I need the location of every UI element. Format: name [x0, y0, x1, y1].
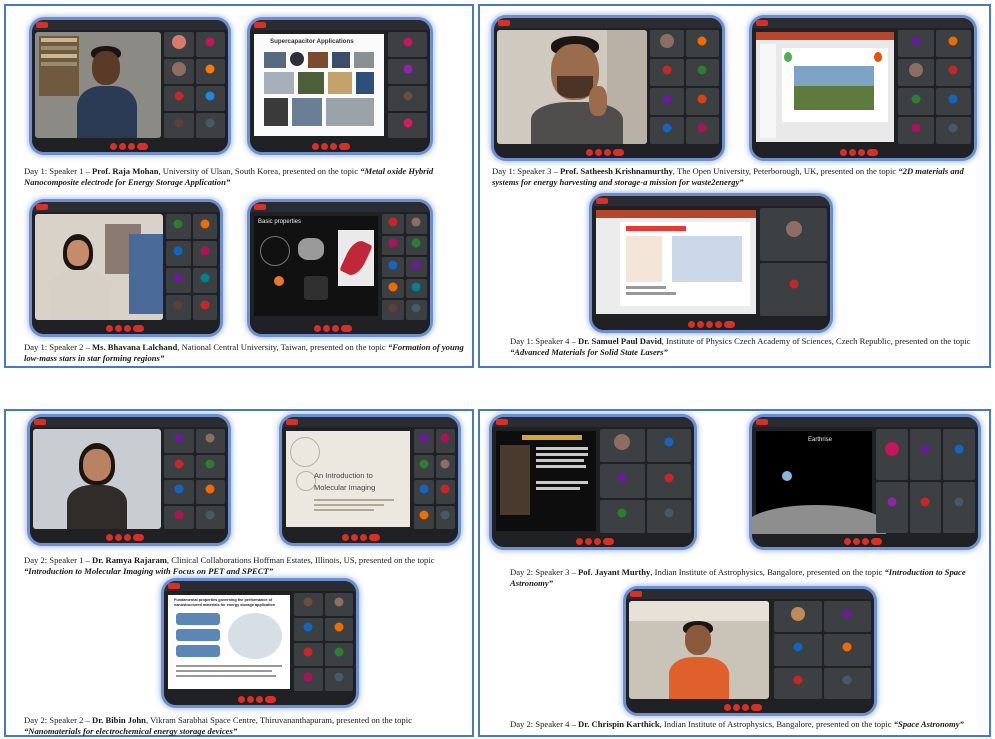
slide-lasers: [596, 210, 756, 314]
slide-title: Basic properties: [258, 219, 302, 225]
meeting-screenshot-chrispin-karthick: [626, 589, 874, 713]
slide-title: Earthrise: [808, 437, 833, 443]
meeting-screenshot-satheesh-krishnamurthy: [494, 18, 722, 158]
slide-landscape: [756, 32, 894, 142]
slide-title-line1: An Introduction to: [314, 471, 373, 480]
speaker-avatar: [49, 234, 111, 320]
meeting-screenshot-earthrise-slide: Earthrise: [752, 417, 978, 547]
slide-title: Fundamental properties governing the per…: [174, 598, 276, 607]
slide-molecular-imaging: An Introduction to Molecular Imaging: [286, 431, 410, 527]
meeting-screenshot-basic-properties-slide: Basic properties: [250, 202, 430, 334]
slide-basic-properties: Basic properties: [254, 216, 378, 316]
caption-day2-speaker2: Day 2: Speaker 2 – Dr. Bibin John, Vikra…: [24, 715, 412, 736]
meeting-screenshot-raja-mohan: [32, 20, 228, 152]
panel-day1-speakers-3-4: Day 1: Speaker 3 – Prof. Satheesh Krishn…: [478, 4, 991, 368]
panel-day2-speakers-1-2: An Introduction to Molecular Imaging Day…: [4, 409, 474, 737]
slide-bruno: [496, 431, 596, 531]
meeting-screenshot-bhavana-lalchand: [32, 202, 220, 334]
caption-day1-speaker1: Day 1: Speaker 1 – Prof. Raja Mohan, Uni…: [24, 166, 434, 187]
slide-supercapacitor: Supercapacitor Applications: [254, 34, 384, 136]
caption-day2-speaker3: Day 2: Speaker 3 – Pof. Jayant Murthy, I…: [510, 567, 966, 588]
slide-title-line2: Molecular Imaging: [314, 483, 376, 492]
speaker-avatar: [669, 621, 729, 699]
meeting-screenshot-landscape-slide: [752, 18, 974, 158]
meeting-screenshot-molecular-imaging-slide: An Introduction to Molecular Imaging: [282, 417, 458, 543]
meeting-screenshot-bibin-john: Fundamental properties governing the per…: [164, 581, 356, 705]
panel-day2-speakers-3-4: Earthrise Day 2: Speaker 3 – Pof. Jayant…: [478, 409, 991, 737]
caption-day2-speaker1: Day 2: Speaker 1 – Dr. Ramya Rajaram, Cl…: [24, 555, 435, 576]
slide-title: Supercapacitor Applications: [270, 38, 354, 45]
speaker-avatar: [77, 46, 137, 138]
caption-day1-speaker2: Day 1: Speaker 2 – Ms. Bhavana Lalchand,…: [24, 342, 464, 363]
caption-day1-speaker3: Day 1: Speaker 3 – Prof. Satheesh Krishn…: [492, 166, 964, 187]
slide-earthrise: Earthrise: [752, 431, 886, 545]
meeting-screenshot-supercapacitor-slide: Supercapacitor Applications: [250, 20, 430, 152]
meeting-screenshot-ramya-rajaram: [30, 417, 228, 543]
panel-day1-speakers-1-2: Supercapacitor Applications Day 1: Speak…: [4, 4, 474, 368]
meeting-screenshot-jayant-murthy: [492, 417, 694, 547]
speaker-avatar: [527, 36, 627, 144]
slide-nanomaterials: Fundamental properties governing the per…: [168, 595, 290, 689]
caption-day1-speaker4: Day 1: Speaker 4 – Dr. Samuel Paul David…: [510, 336, 971, 357]
caption-day2-speaker4: Day 2: Speaker 4 – Dr. Chrispin Karthick…: [510, 719, 964, 729]
speaker-avatar: [67, 443, 127, 529]
meeting-screenshot-samuel-paul-david: [592, 196, 830, 330]
